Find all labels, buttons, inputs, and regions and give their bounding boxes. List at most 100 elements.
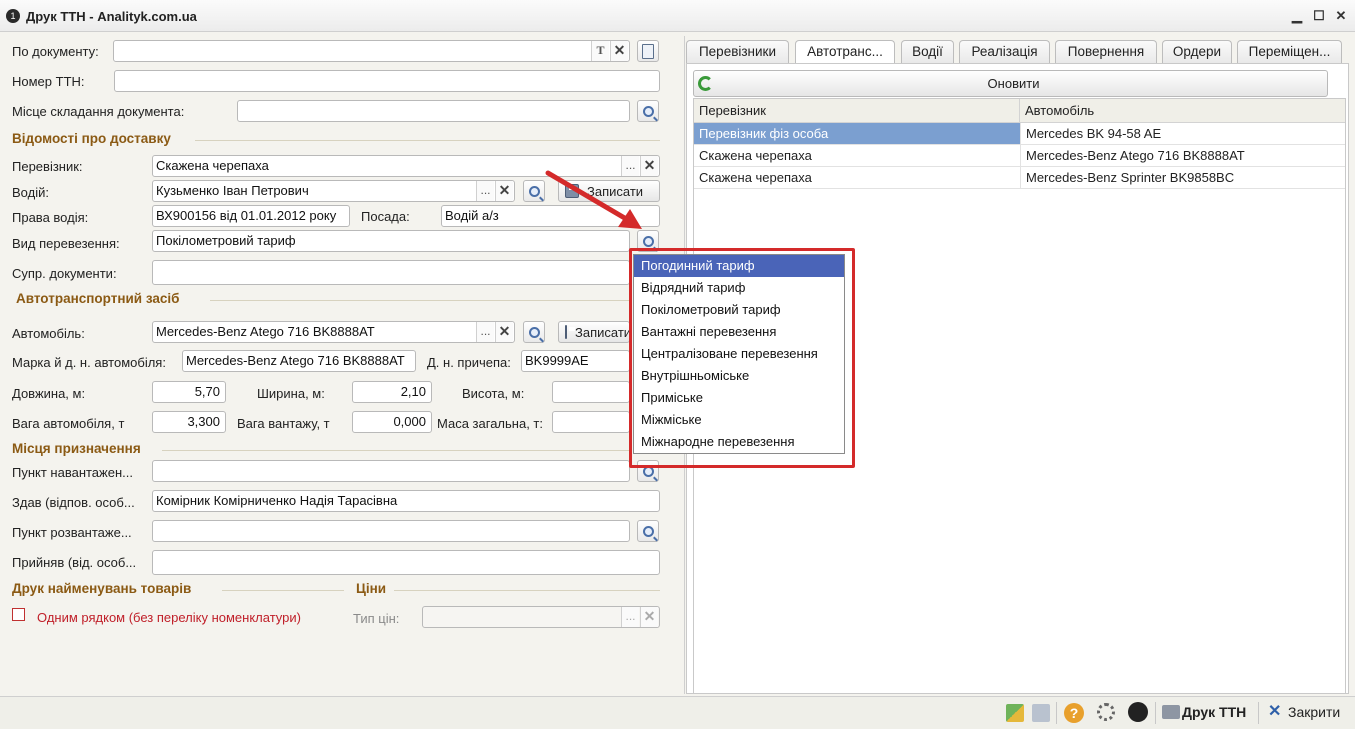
- price-type-select-button[interactable]: ...: [621, 607, 639, 627]
- section-divider: [210, 300, 630, 301]
- driver-select-button[interactable]: ...: [476, 181, 494, 201]
- delivery-section-title: Відомості про доставку: [12, 131, 171, 146]
- ttn-field[interactable]: [114, 70, 660, 92]
- single-row-checkbox[interactable]: [12, 608, 25, 621]
- car-label: Автомобіль:: [12, 326, 85, 341]
- position-label: Посада:: [361, 209, 410, 224]
- export-icon[interactable]: [1006, 704, 1024, 722]
- help-icon[interactable]: ?: [1064, 703, 1084, 723]
- red-arrow-annotation: [545, 170, 642, 229]
- gear-icon[interactable]: [1097, 703, 1115, 721]
- tab-returns[interactable]: Повернення: [1055, 40, 1157, 63]
- received-label: Прийняв (від. особ...: [12, 555, 137, 570]
- height-label: Висота, м:: [462, 386, 525, 401]
- column-header-car[interactable]: Автомобіль: [1020, 99, 1345, 123]
- tab-transfers[interactable]: Переміщен...: [1237, 40, 1342, 63]
- place-field[interactable]: [237, 100, 630, 122]
- dropdown-item[interactable]: Погодинний тариф: [634, 255, 844, 277]
- place-search-button[interactable]: [637, 100, 659, 122]
- dest-section-title: Місця призначення: [12, 441, 141, 456]
- driver-clear-button[interactable]: ✕: [495, 181, 513, 201]
- driver-field[interactable]: Кузьменко Іван Петрович: [152, 180, 515, 202]
- load-point-field[interactable]: [152, 460, 630, 482]
- unload-point-search-button[interactable]: [637, 520, 659, 542]
- dropdown-item[interactable]: Міжміське: [634, 409, 844, 431]
- magnifier-icon: [642, 105, 654, 117]
- dropdown-item[interactable]: Міжнародне перевезення: [634, 431, 844, 453]
- trailer-field[interactable]: BK9999AE: [521, 350, 630, 372]
- maximize-button[interactable]: ☐: [1311, 9, 1327, 23]
- transport-type-label: Вид перевезення:: [12, 236, 120, 251]
- type-button[interactable]: T: [591, 41, 609, 61]
- dropdown-item[interactable]: Покілометровий тариф: [634, 299, 844, 321]
- table-cell-carrier[interactable]: Скажена черепаха: [694, 145, 1020, 167]
- tab-sales[interactable]: Реалізація: [959, 40, 1050, 63]
- section-divider: [222, 590, 344, 591]
- window-title: Друк ТТН - Analityk.com.ua: [26, 9, 197, 24]
- doc-select-button[interactable]: [637, 40, 659, 62]
- print-ttn-button[interactable]: Друк ТТН: [1182, 704, 1246, 720]
- table-cell-car[interactable]: Mercedes-Benz Sprinter BK9858BC: [1020, 167, 1345, 189]
- magnifier-icon: [528, 326, 540, 338]
- car-field[interactable]: Mercedes-Benz Atego 716 BK8888AT: [152, 321, 515, 343]
- clipboard-icon: [642, 43, 654, 59]
- tab-drivers[interactable]: Водії: [901, 40, 954, 63]
- dropdown-item[interactable]: Вантажні перевезення: [634, 321, 844, 343]
- single-row-label: Одним рядком (без переліку номенклатури): [37, 610, 301, 625]
- column-header-carrier[interactable]: Перевізник: [694, 99, 1020, 123]
- dropdown-item[interactable]: Відрядний тариф: [634, 277, 844, 299]
- car-select-button[interactable]: ...: [476, 322, 494, 342]
- print-section-title: Друк найменувань товарів: [12, 581, 192, 596]
- doc-field[interactable]: [113, 40, 630, 62]
- length-field[interactable]: 5,70: [152, 381, 226, 403]
- document-icon[interactable]: [1032, 704, 1050, 722]
- total-weight-field[interactable]: [552, 411, 630, 433]
- minimize-button[interactable]: ▁: [1289, 9, 1305, 23]
- dropdown-item[interactable]: Приміське: [634, 387, 844, 409]
- carrier-label: Перевізник:: [12, 159, 83, 174]
- refresh-icon: [698, 76, 713, 91]
- prices-section-title: Ціни: [356, 581, 387, 596]
- car-weight-field[interactable]: 3,300: [152, 411, 226, 433]
- table-cell-car[interactable]: Mercedes-Benz Atego 716 BK8888AT: [1020, 145, 1345, 167]
- app-icon: 1: [6, 9, 20, 23]
- tab-orders[interactable]: Ордери: [1162, 40, 1232, 63]
- width-field[interactable]: 2,10: [352, 381, 432, 403]
- ttn-label: Номер ТТН:: [12, 74, 85, 89]
- status-bar: [0, 696, 1355, 729]
- dropdown-item[interactable]: Централізоване перевезення: [634, 343, 844, 365]
- tab-carriers[interactable]: Перевізники: [686, 40, 789, 63]
- brand-label: Марка й д. н. автомобіля:: [12, 355, 166, 370]
- tab-vehicles[interactable]: Автотранс...: [795, 40, 895, 64]
- driver-label: Водій:: [12, 185, 49, 200]
- brand-field[interactable]: Mercedes-Benz Atego 716 BK8888AT: [182, 350, 416, 372]
- doc-clear-button[interactable]: ✕: [610, 41, 628, 61]
- table-cell-carrier[interactable]: Скажена черепаха: [694, 167, 1020, 189]
- unload-point-field[interactable]: [152, 520, 630, 542]
- received-field[interactable]: [152, 550, 660, 575]
- table-cell-car[interactable]: Mercedes BK 94-58 AE: [1020, 123, 1345, 145]
- dropdown-item[interactable]: Внутрішньоміське: [634, 365, 844, 387]
- car-clear-button[interactable]: ✕: [495, 322, 513, 342]
- magnifier-icon: [642, 525, 654, 537]
- license-label: Права водія:: [12, 210, 89, 225]
- close-button[interactable]: Закрити: [1288, 704, 1340, 720]
- car-search-button[interactable]: [523, 321, 545, 343]
- doc-label: По документу:: [12, 44, 99, 59]
- price-type-clear-button[interactable]: ✕: [640, 607, 658, 627]
- place-label: Місце складання документа:: [12, 104, 185, 119]
- cargo-weight-field[interactable]: 0,000: [352, 411, 432, 433]
- close-window-button[interactable]: ✕: [1333, 9, 1349, 23]
- app-logo-icon[interactable]: [1128, 702, 1148, 722]
- table-cell-carrier[interactable]: Перевізник фіз особа: [694, 123, 1020, 145]
- refresh-button[interactable]: Оновити: [693, 70, 1328, 97]
- license-field[interactable]: ВХ900156 від 01.01.2012 року: [152, 205, 350, 227]
- section-divider: [162, 450, 630, 451]
- car-save-button[interactable]: Записати: [558, 321, 630, 343]
- length-label: Довжина, м:: [12, 386, 86, 401]
- height-field[interactable]: [552, 381, 630, 403]
- handed-field[interactable]: Комірник Комірниченко Надія Тарасівна: [152, 490, 660, 512]
- close-x-icon: ✕: [1268, 703, 1282, 720]
- accomp-docs-field[interactable]: [152, 260, 630, 285]
- car-save-label: Записати: [575, 324, 630, 340]
